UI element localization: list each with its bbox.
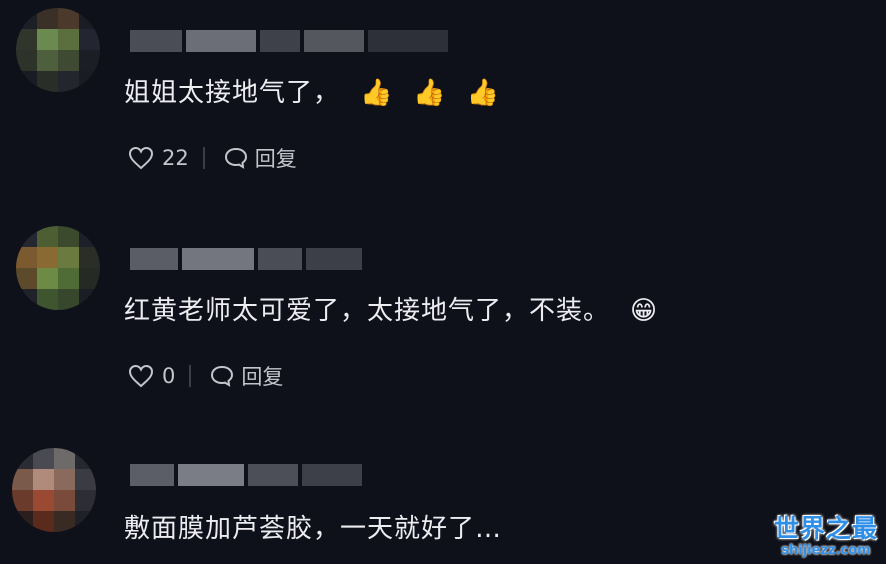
comment-body: 红黄老师太可爱了，太接地气了，不装。: [124, 296, 611, 326]
avatar-pixel: [58, 29, 79, 50]
watermark-title: 世界之最: [773, 514, 878, 543]
avatar-pixel: [79, 50, 100, 71]
avatar-pixel: [58, 50, 79, 71]
watermark-logo: 世界之最 shijiezz.com: [774, 509, 878, 558]
avatar-pixel: [37, 29, 58, 50]
avatar-pixel: [79, 71, 100, 92]
thumbs-up-emoji: 👍: [360, 78, 394, 108]
comment-text: 姐姐太接地气了， 👍 👍 👍: [124, 72, 500, 109]
reply-bubble-icon[interactable]: [209, 364, 235, 388]
avatar-pixel: [75, 469, 96, 490]
comment-actions: 22 回复: [128, 143, 297, 173]
divider: [202, 147, 205, 169]
avatar-pixel: [79, 289, 100, 310]
thumbs-up-emoji: 👍: [466, 78, 501, 108]
avatar-pixel: [58, 226, 79, 247]
heart-icon[interactable]: [128, 146, 154, 170]
avatar-pixel: [12, 511, 33, 532]
avatar[interactable]: [16, 226, 100, 310]
reply-bubble-icon[interactable]: [223, 146, 249, 170]
grinning-emoji: 😁: [630, 296, 659, 326]
comment-actions: 0 回复: [128, 361, 283, 391]
avatar-pixel: [75, 448, 96, 469]
username-pixel: [306, 248, 362, 270]
heart-icon[interactable]: [128, 364, 154, 388]
avatar-pixel: [16, 71, 37, 92]
avatar-pixel: [58, 268, 79, 289]
username-pixel: [130, 464, 174, 486]
comment-text: 红黄老师太可爱了，太接地气了，不装。 😁: [124, 290, 658, 327]
avatar-pixel: [33, 448, 54, 469]
avatar-pixel: [79, 29, 100, 50]
avatar-pixel: [12, 448, 33, 469]
comment-body: 姐姐太接地气了，: [124, 78, 341, 108]
avatar-pixel: [58, 8, 79, 29]
avatar-pixel: [58, 71, 79, 92]
comment-text: 敷面膜加芦荟胶，一天就好了…: [124, 508, 502, 545]
avatar-pixel: [79, 226, 100, 247]
thumbs-up-emoji: 👍: [413, 78, 447, 108]
avatar-pixel: [33, 469, 54, 490]
comment-body: 敷面膜加芦荟胶，一天就好了…: [124, 514, 503, 544]
avatar-pixel: [37, 226, 58, 247]
username-pixel: [178, 464, 244, 486]
like-count: 0: [162, 364, 176, 388]
username-pixel: [260, 30, 300, 52]
avatar-pixel: [79, 247, 100, 268]
avatar-pixel: [54, 448, 75, 469]
avatar-pixel: [16, 226, 37, 247]
reply-button[interactable]: 回复: [255, 143, 297, 173]
avatar-pixel: [75, 490, 96, 511]
avatar-pixel: [12, 469, 33, 490]
avatar-pixel: [79, 8, 100, 29]
avatar-pixel: [79, 268, 100, 289]
avatar-pixel: [75, 511, 96, 532]
username-pixel: [248, 464, 298, 486]
username-pixel: [304, 30, 364, 52]
avatar-pixel: [37, 247, 58, 268]
avatar-pixel: [58, 247, 79, 268]
avatar-pixel: [54, 511, 75, 532]
username-blurred[interactable]: [130, 248, 362, 270]
avatar-pixel: [37, 8, 58, 29]
avatar-pixel: [16, 247, 37, 268]
username-blurred[interactable]: [130, 464, 362, 486]
username-blurred[interactable]: [130, 30, 448, 52]
avatar-pixel: [37, 71, 58, 92]
username-pixel: [182, 248, 254, 270]
avatar-pixel: [37, 50, 58, 71]
avatar[interactable]: [12, 448, 96, 532]
avatar-pixel: [58, 289, 79, 310]
username-pixel: [186, 30, 256, 52]
reply-button[interactable]: 回复: [241, 361, 283, 391]
avatar-pixel: [16, 29, 37, 50]
avatar-pixel: [33, 490, 54, 511]
avatar-pixel: [16, 268, 37, 289]
avatar-pixel: [33, 511, 54, 532]
like-count: 22: [162, 146, 189, 170]
avatar-pixel: [16, 289, 37, 310]
avatar-pixel: [54, 490, 75, 511]
watermark-url: shijiezz.com: [781, 543, 871, 558]
username-pixel: [130, 248, 178, 270]
avatar-pixel: [16, 50, 37, 71]
divider: [189, 365, 192, 387]
avatar-pixel: [54, 469, 75, 490]
avatar-pixel: [16, 8, 37, 29]
avatar-pixel: [37, 268, 58, 289]
username-pixel: [302, 464, 362, 486]
username-pixel: [258, 248, 302, 270]
avatar-pixel: [12, 490, 33, 511]
avatar-pixel: [37, 289, 58, 310]
avatar[interactable]: [16, 8, 100, 92]
username-pixel: [368, 30, 448, 52]
username-pixel: [130, 30, 182, 52]
